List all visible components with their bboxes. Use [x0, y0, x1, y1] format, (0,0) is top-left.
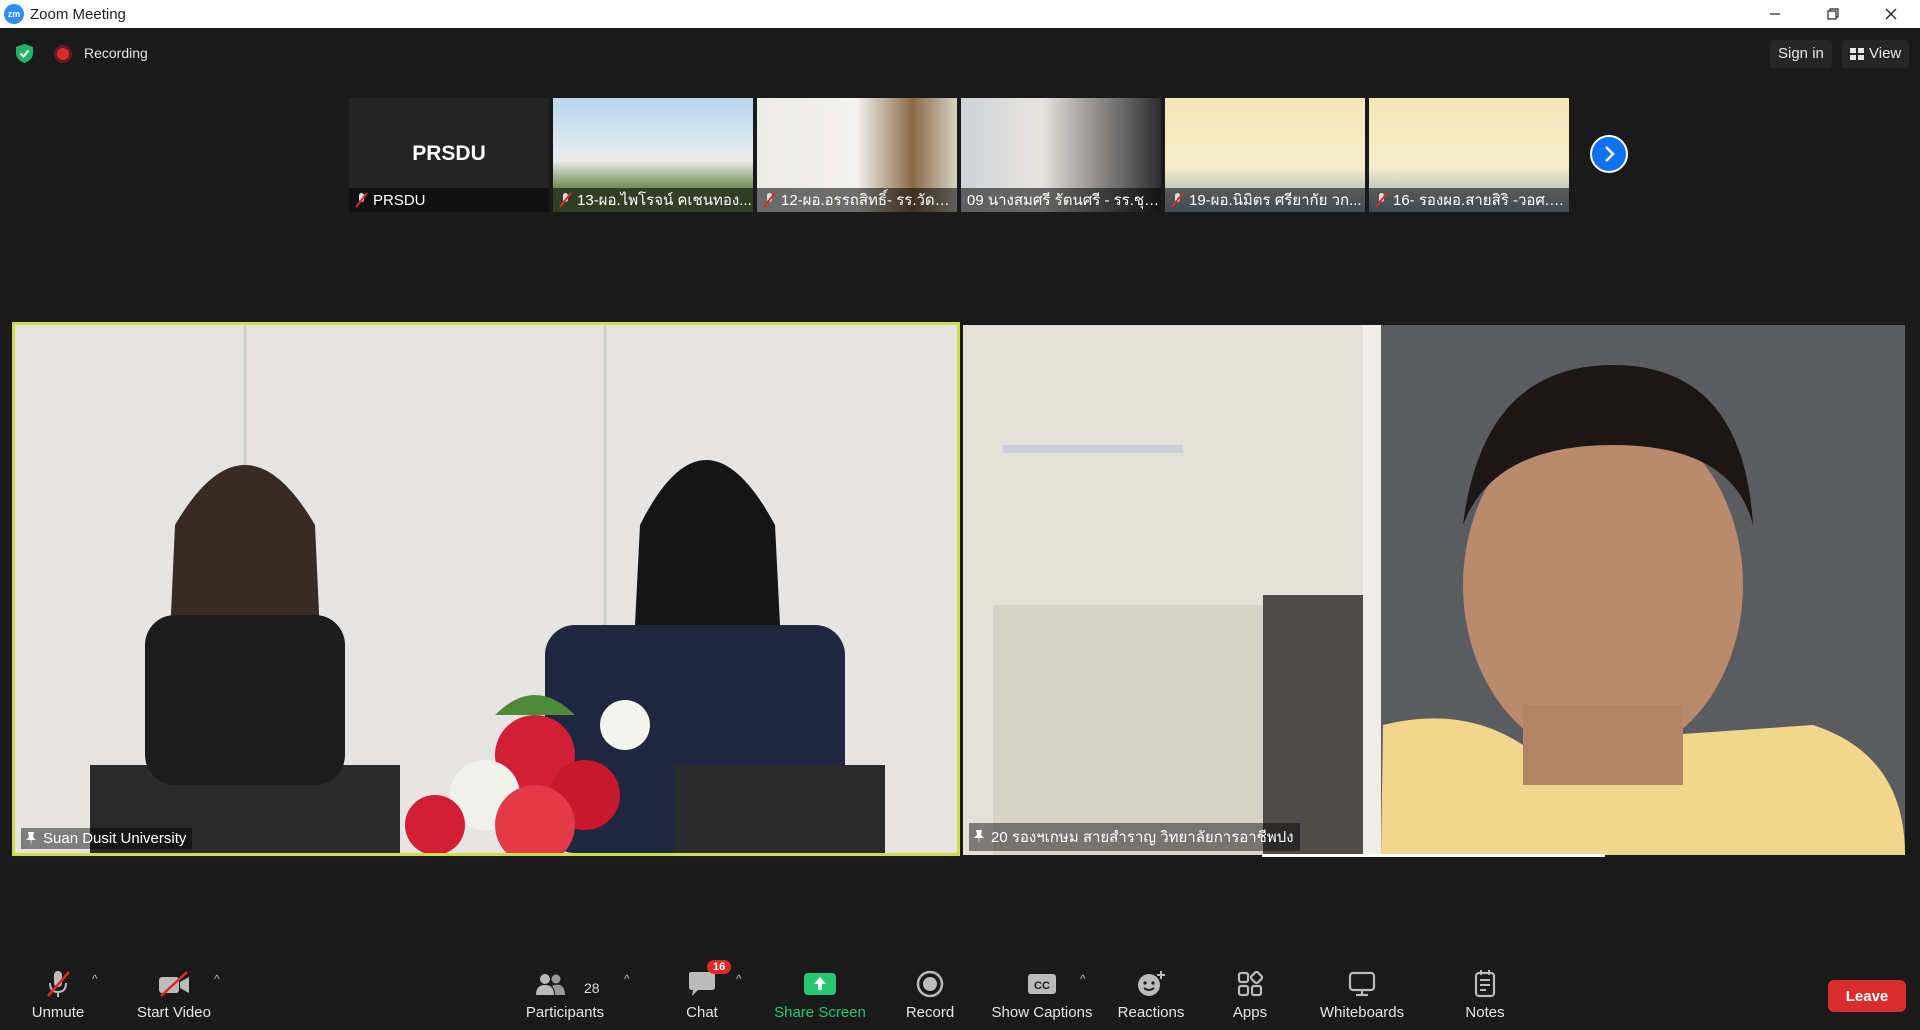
- view-button[interactable]: View: [1842, 40, 1910, 68]
- record-button[interactable]: Record: [896, 958, 964, 1030]
- notes-icon: [1474, 970, 1496, 998]
- record-icon: [916, 970, 944, 998]
- recording-dot-icon: [57, 48, 69, 60]
- audio-options-chevron-icon[interactable]: ^: [92, 972, 98, 986]
- meeting-info-bar: Recording Sign in View: [0, 28, 1920, 78]
- close-button[interactable]: [1862, 0, 1920, 28]
- video-name-label: Suan Dusit University: [21, 828, 193, 849]
- record-label: Record: [905, 1004, 955, 1021]
- chevron-right-icon: [1605, 146, 1615, 162]
- grid-view-icon: [1850, 48, 1864, 60]
- mic-muted-icon: [355, 192, 368, 208]
- encryption-shield-icon[interactable]: [16, 44, 33, 63]
- pin-icon: [974, 830, 984, 844]
- video-off-icon: [159, 971, 189, 997]
- share-screen-button[interactable]: Share Screen: [770, 958, 870, 1030]
- participants-options-chevron-icon[interactable]: ^: [624, 972, 630, 986]
- close-icon: [1885, 8, 1897, 20]
- reactions-label: Reactions: [1117, 1004, 1185, 1021]
- meeting-toolbar: Unmute ^ Start Video ^ 28 Participants ^: [0, 958, 1920, 1030]
- restore-button[interactable]: [1804, 0, 1862, 28]
- window-title: Zoom Meeting: [30, 5, 126, 23]
- start-video-label: Start Video: [137, 1004, 211, 1021]
- mic-muted-icon: [1375, 192, 1388, 208]
- apps-icon: [1237, 970, 1264, 997]
- thumbnail-participant[interactable]: 12-ผอ.อรรถสิทธิ์- รร.วัดท่...: [757, 98, 957, 212]
- prsdu-logo-text: PRSDU: [412, 142, 486, 165]
- unmute-button[interactable]: Unmute: [22, 958, 94, 1030]
- start-video-button[interactable]: Start Video: [130, 958, 218, 1030]
- chat-button[interactable]: 16 Chat: [672, 958, 732, 1030]
- participants-label: Participants: [525, 1004, 605, 1021]
- leave-meeting-button[interactable]: Leave: [1828, 980, 1906, 1012]
- reactions-button[interactable]: Reactions: [1114, 958, 1188, 1030]
- chat-label: Chat: [686, 1004, 718, 1021]
- participant-thumbnail-strip: PRSDU PRSDU 13-ผอ.ไพโรจน์ คเชนทอง... 12-…: [349, 98, 1573, 212]
- participant-name: 16- รองผอ.สายสิริ -วอศ.สุ...: [1393, 192, 1569, 209]
- participant-name: 12-ผอ.อรรถสิทธิ์- รร.วัดท่...: [781, 192, 957, 209]
- mic-muted-icon: [47, 971, 70, 997]
- speaker-video-image: [15, 325, 957, 853]
- participant-count: 28: [584, 980, 600, 996]
- video-name-label: 20 รองฯเกษม สายสำราญ วิทยาลัยการอาชีพปง: [969, 823, 1300, 851]
- participant-name: 13-ผอ.ไพโรจน์ คเชนทอง...: [577, 192, 752, 209]
- show-captions-button[interactable]: CC Show Captions: [986, 958, 1098, 1030]
- participants-button[interactable]: 28 Participants: [520, 958, 610, 1030]
- show-captions-label: Show Captions: [991, 1004, 1093, 1021]
- thumbnail-participant[interactable]: 19-ผอ.นิมิตร ศรียากัย วก...: [1165, 98, 1365, 212]
- participant-name: PRSDU: [373, 191, 426, 209]
- whiteboards-button[interactable]: Whiteboards: [1314, 958, 1410, 1030]
- participant-video[interactable]: 20 รองฯเกษม สายสำราญ วิทยาลัยการอาชีพปง: [963, 325, 1905, 855]
- minimize-button[interactable]: [1746, 0, 1804, 28]
- whiteboards-label: Whiteboards: [1319, 1004, 1405, 1021]
- chat-options-chevron-icon[interactable]: ^: [736, 972, 742, 986]
- notes-label: Notes: [1465, 1004, 1505, 1021]
- sign-in-button[interactable]: Sign in: [1770, 40, 1832, 68]
- mic-muted-icon: [763, 192, 776, 208]
- participant-name: 19-ผอ.นิมิตร ศรียากัย วก...: [1189, 192, 1362, 209]
- thumbnail-participant[interactable]: 16- รองผอ.สายสิริ -วอศ.สุ...: [1369, 98, 1569, 212]
- participant-name: 09 นางสมศรี รัตนศรี - รร.ชุม...: [967, 192, 1161, 209]
- participants-icon: [536, 974, 565, 995]
- pin-icon: [26, 831, 36, 846]
- reactions-icon: [1138, 971, 1165, 996]
- thumbnail-participant[interactable]: 09 นางสมศรี รัตนศรี - รร.ชุม...: [961, 98, 1161, 212]
- thumbnail-participant[interactable]: 13-ผอ.ไพโรจน์ คเชนทอง...: [553, 98, 753, 212]
- participant-video-image: [963, 325, 1905, 855]
- speaker-name: Suan Dusit University: [43, 830, 187, 847]
- audio-level-indicator: [1262, 854, 1605, 857]
- minimize-icon: [1770, 13, 1780, 15]
- mic-muted-icon: [559, 192, 572, 208]
- thumbnail-prsdu[interactable]: PRSDU PRSDU: [349, 98, 549, 212]
- unmute-label: Unmute: [31, 1004, 85, 1021]
- video-options-chevron-icon[interactable]: ^: [214, 972, 220, 986]
- captions-options-chevron-icon[interactable]: ^: [1080, 972, 1086, 986]
- title-bar: zm Zoom Meeting: [0, 0, 1920, 28]
- active-speaker-video[interactable]: Suan Dusit University: [12, 322, 960, 856]
- svg-text:CC: CC: [1034, 980, 1050, 992]
- share-screen-label: Share Screen: [774, 1004, 866, 1021]
- chat-icon: [689, 972, 715, 996]
- view-label: View: [1869, 45, 1902, 62]
- window-controls: [1746, 0, 1920, 28]
- next-page-button[interactable]: [1590, 135, 1628, 173]
- captions-icon: CC: [1028, 974, 1056, 994]
- chat-unread-badge: 16: [707, 960, 732, 974]
- apps-label: Apps: [1232, 1004, 1268, 1021]
- apps-button[interactable]: Apps: [1222, 958, 1278, 1030]
- recording-label[interactable]: Recording: [84, 45, 148, 61]
- share-screen-icon: [804, 973, 836, 995]
- notes-button[interactable]: Notes: [1458, 958, 1512, 1030]
- whiteboard-icon: [1348, 971, 1376, 997]
- mic-muted-icon: [1171, 192, 1184, 208]
- restore-icon: [1827, 8, 1839, 20]
- zoom-logo-icon: zm: [4, 4, 24, 24]
- participant-name: 20 รองฯเกษม สายสำราญ วิทยาลัยการอาชีพปง: [991, 829, 1294, 846]
